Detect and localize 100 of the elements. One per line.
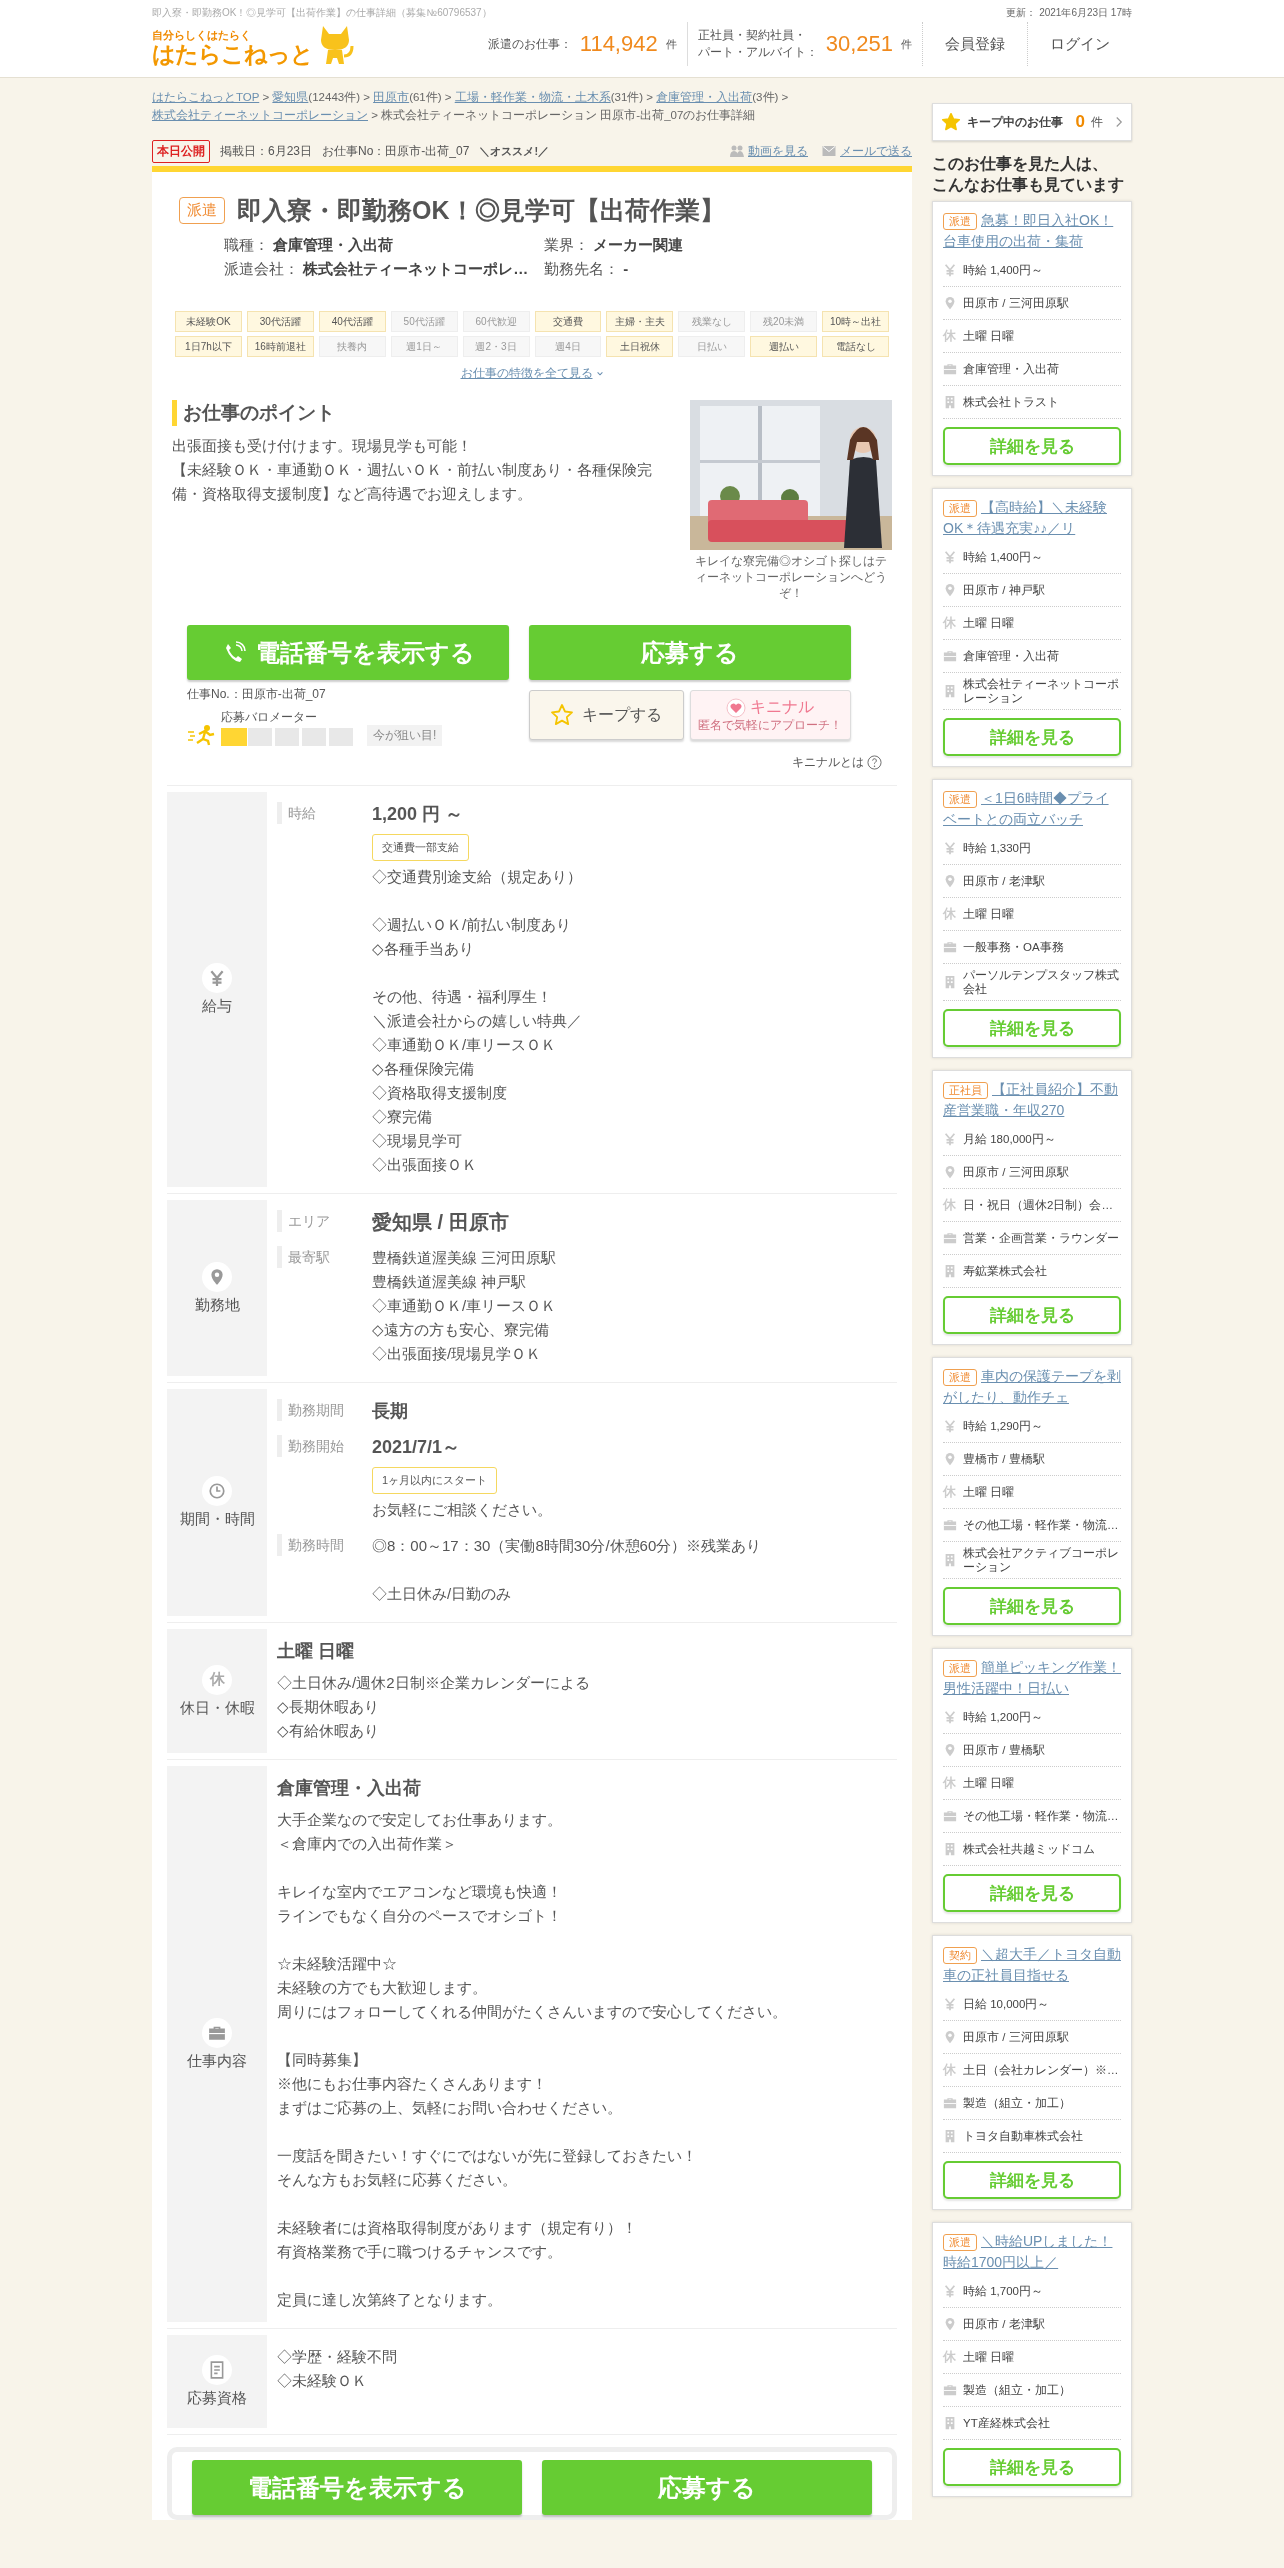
employment-tag: 派遣	[943, 791, 977, 808]
description-text: ◇土日休み/週休2日制※企業カレンダーによる ◇長期休暇あり ◇有給休暇あり	[277, 1673, 591, 1741]
feature-tag: 10時～出社	[822, 311, 889, 332]
photo-caption: キレイな寮完備◎オシゴト探しはティーネットコーポレーションへどうぞ！	[694, 554, 888, 601]
breadcrumb-link[interactable]: 工場・軽作業・物流・土木系	[454, 91, 611, 103]
section-header: 応募資格	[167, 2335, 267, 2428]
updated-text: 更新： 2021年6月23日 17時	[1006, 6, 1132, 20]
building-icon	[943, 1553, 957, 1567]
help-link[interactable]: キニナルとは	[792, 754, 864, 771]
breadcrumb-link[interactable]: 愛知県	[272, 91, 309, 103]
kept-jobs-button[interactable]: キープ中のお仕事 0 件	[932, 103, 1132, 141]
category-text: その他工場・軽作業・物流…	[963, 1518, 1119, 1532]
count-unit: 件	[665, 36, 677, 52]
logo-text[interactable]: はたらこねっと	[152, 43, 313, 66]
employment-tag: 派遣	[943, 1369, 977, 1386]
details-button[interactable]: 詳細を見る	[943, 718, 1121, 756]
help-icon[interactable]	[867, 755, 882, 770]
location-pin-icon	[943, 2030, 957, 2044]
star-icon	[941, 112, 961, 132]
count-unit: 件	[901, 36, 912, 52]
field-value: -	[623, 260, 629, 277]
yen-icon	[943, 1710, 957, 1724]
section-header: 仕事内容	[167, 1766, 267, 2322]
category-text: その他工場・軽作業・物流…	[963, 1809, 1119, 1823]
field-value: 株式会社ティーネットコーポレ…	[303, 260, 529, 277]
breadcrumb-current: 株式会社ティーネットコーポレーション 田原市-出荷_07のお仕事詳細	[381, 109, 756, 121]
posted-date: 掲載日：6月23日	[220, 142, 313, 160]
feature-tag: 60代歓迎	[462, 311, 530, 332]
building-icon	[943, 975, 957, 989]
yen-icon	[208, 969, 226, 987]
job-title-link[interactable]: 正社員 【正社員紹介】不動産営業職・年収270	[943, 1079, 1121, 1121]
details-button[interactable]: 詳細を見る	[943, 2161, 1121, 2199]
building-icon	[943, 2416, 957, 2430]
details-button[interactable]: 詳細を見る	[943, 1587, 1121, 1625]
field-value: 1,200 円 ～	[372, 803, 465, 826]
description-text: 豊橋鉄道渥美線 三河田原駅 豊橋鉄道渥美線 神戸駅 ◇車通勤ＯＫ/車リースＯＫ ◇遠方の方も安心、寮完備 ◇出張面接/現場見学ＯＫ	[372, 1248, 558, 1364]
field-label: 職種：	[224, 236, 269, 253]
yen-icon	[943, 263, 957, 277]
breadcrumb-count: (12443件)	[308, 91, 360, 103]
employment-tag: 派遣	[943, 2234, 977, 2251]
feature-tag: 30代活躍	[246, 311, 314, 332]
yen-icon	[943, 550, 957, 564]
company-text: 株式会社トラスト	[963, 395, 1059, 409]
breadcrumb-separator: >	[781, 91, 789, 103]
job-title-link[interactable]: 派遣 車内の保護テープを剥がしたり、動作チェ	[943, 1366, 1121, 1408]
details-button[interactable]: 詳細を見る	[943, 2448, 1121, 2486]
keep-button[interactable]: キープする	[529, 690, 684, 740]
breadcrumb-link[interactable]: 田原市	[373, 91, 410, 103]
yen-icon	[943, 1419, 957, 1433]
location-pin-icon	[943, 583, 957, 597]
description-text: ◇土日休み/日勤のみ	[372, 1584, 513, 1604]
breadcrumb-separator: >	[371, 109, 378, 121]
breadcrumb-separator: >	[262, 91, 270, 103]
category-text: 製造（組立・加工）	[963, 2383, 1071, 2397]
description-text: ◇週払いＯＫ/前払い制度あり ◇各種手当あり	[372, 915, 573, 959]
details-button[interactable]: 詳細を見る	[943, 1874, 1121, 1912]
feature-tag: 週1日～	[390, 336, 458, 357]
company-text: トヨタ自動車株式会社	[963, 2129, 1083, 2143]
apply-button[interactable]: 応募する	[542, 2460, 872, 2515]
details-button[interactable]: 詳細を見る	[943, 427, 1121, 465]
show-phone-button[interactable]: 電話番号を表示する	[187, 625, 509, 680]
job-title-link[interactable]: 派遣 ＼時給UPしました！時給1700円以上／	[943, 2231, 1121, 2273]
description-text: 大手企業なので安定してお仕事あります。 ＜倉庫内での入出荷作業＞	[277, 1810, 563, 1854]
info-tag: 交通費一部支給	[372, 834, 469, 861]
employment-tag: 正社員	[943, 1082, 988, 1099]
details-button[interactable]: 詳細を見る	[943, 1296, 1121, 1334]
feature-tag: 1日7h以下	[175, 336, 242, 357]
description-text: キレイな室内でエアコンなど環境も快適！ ラインでもなく自分のペースでオシゴト！	[277, 1882, 563, 1926]
description-text: ☆未経験活躍中☆ 未経験の方でも大歓迎します。 周りにはフォローしてくれる仲間がたくさんいますので安心してください。	[277, 1954, 788, 2022]
clock-icon	[208, 1482, 226, 1500]
show-phone-button[interactable]: 電話番号を表示する	[192, 2460, 522, 2515]
wage-text: 時給 1,400円～	[963, 263, 1043, 277]
header-button[interactable]: ログイン	[1027, 22, 1132, 66]
description-text: 【同時募集】 ※他にもお仕事内容たくさんあります！ まずはご応募の上、気軽にお問い合わせください。	[277, 2050, 623, 2118]
location-text: 田原市 / 老津駅	[963, 2317, 1045, 2331]
job-title-link[interactable]: 派遣 【高時給】＼未経験OK＊待遇充実♪♪／リ	[943, 497, 1121, 539]
location-pin-icon	[943, 2317, 957, 2331]
description-text: その他、待遇・福利厚生！ ＼派遣会社からの嬉しい特典／ ◇車通勤ＯＫ/車リースＯＫ ◇各種保険完備 ◇資格取得支援制度 ◇寮完備 ◇現場見学可 ◇出張面接ＯＫ	[372, 987, 583, 1175]
category-text: 製造（組立・加工）	[963, 2096, 1071, 2110]
header-button[interactable]: 会員登録	[922, 22, 1027, 66]
job-number: 仕事No.：田原市-出荷_07	[187, 686, 327, 703]
breadcrumb-count: (31件)	[610, 91, 644, 103]
job-title-link[interactable]: 契約 ＼超大手／トヨタ自動車の正社員目指せる	[943, 1944, 1121, 1986]
briefcase-icon	[943, 649, 957, 663]
breadcrumb-link[interactable]: 株式会社ティーネットコーポレーション	[152, 109, 368, 121]
job-title-link[interactable]: 派遣 簡単ピッキング作業！男性活躍中！日払い	[943, 1657, 1121, 1699]
details-button[interactable]: 詳細を見る	[943, 1009, 1121, 1047]
feature-tag: 交通費	[534, 311, 602, 332]
description-text: 一度話を聞きたい！すぐにではないが先に登録しておきたい！ そんな方もお気軽に応募ください。	[277, 2146, 698, 2190]
job-title-link[interactable]: 派遣 急募！即日入社OK！台車使用の出荷・集荷	[943, 210, 1121, 252]
description-text: ◇学歴・経験不問 ◇未経験ＯＫ	[277, 2347, 398, 2391]
kininaru-button[interactable]: キニナル 匿名で気軽にアプローチ！	[689, 690, 851, 740]
job-title-link[interactable]: 派遣 ＜1日6時間◆プライベートとの両立バッチ	[943, 788, 1121, 830]
features-link[interactable]: お仕事の特徴を全て見る	[460, 365, 593, 382]
share-link[interactable]: メールで送る	[840, 142, 912, 160]
breadcrumb-link[interactable]: 倉庫管理・入出荷	[656, 91, 753, 103]
breadcrumb-link[interactable]: はたらこねっとTOP	[152, 91, 260, 103]
apply-button[interactable]: 応募する	[529, 625, 851, 680]
description-text: 未経験者には資格取得制度があります（規定有り）！ 有資格業務で手に職つけるチャンスです。	[277, 2218, 638, 2262]
recommend-text: ＼オススメ!／	[479, 143, 550, 159]
